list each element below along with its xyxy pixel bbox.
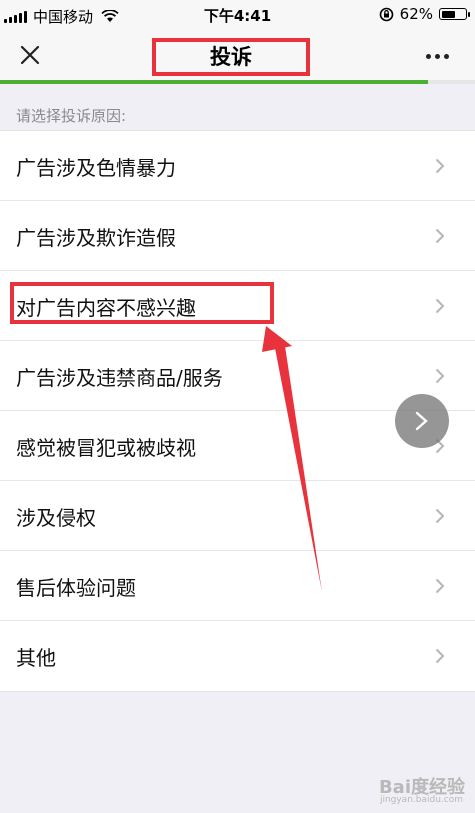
chevron-right-icon <box>415 411 428 431</box>
reason-label: 广告涉及欺诈造假 <box>16 226 176 250</box>
page-title: 投诉 <box>152 38 310 76</box>
reason-item-fraud[interactable]: 广告涉及欺诈造假 <box>0 201 475 271</box>
battery-icon <box>439 8 470 20</box>
chevron-right-icon <box>435 368 445 384</box>
progress-fill <box>0 80 428 84</box>
section-label: 请选择投诉原因: <box>16 107 127 125</box>
status-right: 62% <box>379 5 470 23</box>
status-bar: 中国移动 下午4:41 62% <box>0 0 475 30</box>
reason-item-porn-violence[interactable]: 广告涉及色情暴力 <box>0 131 475 201</box>
chevron-right-icon <box>435 298 445 314</box>
reason-label: 售后体验问题 <box>16 576 136 600</box>
close-icon[interactable] <box>18 43 42 67</box>
chevron-right-icon <box>435 578 445 594</box>
chevron-right-icon <box>435 648 445 664</box>
watermark-url: jingyan.baidu.com <box>379 795 463 805</box>
nav-bar: 投诉 <box>0 30 475 80</box>
chevron-right-icon <box>435 228 445 244</box>
battery-percent: 62% <box>399 5 433 23</box>
reason-label: 涉及侵权 <box>16 506 96 530</box>
page-load-progress <box>0 80 475 84</box>
baidu-jingyan-watermark: Bai度经验 jingyan.baidu.com <box>379 773 465 805</box>
reason-item-other[interactable]: 其他 <box>0 621 475 691</box>
reason-label: 广告涉及违禁商品/服务 <box>16 366 223 390</box>
annotation-highlight-box <box>10 282 274 324</box>
floating-next-button[interactable] <box>395 394 449 448</box>
chevron-right-icon <box>435 158 445 174</box>
reason-label: 广告涉及色情暴力 <box>16 156 176 180</box>
reason-item-infringement[interactable]: 涉及侵权 <box>0 481 475 551</box>
more-icon[interactable] <box>426 54 449 59</box>
reason-label: 其他 <box>16 646 56 670</box>
reason-label: 感觉被冒犯或被歧视 <box>16 436 196 460</box>
reason-item-after-sales[interactable]: 售后体验问题 <box>0 551 475 621</box>
orientation-lock-icon <box>379 7 393 21</box>
chevron-right-icon <box>435 508 445 524</box>
